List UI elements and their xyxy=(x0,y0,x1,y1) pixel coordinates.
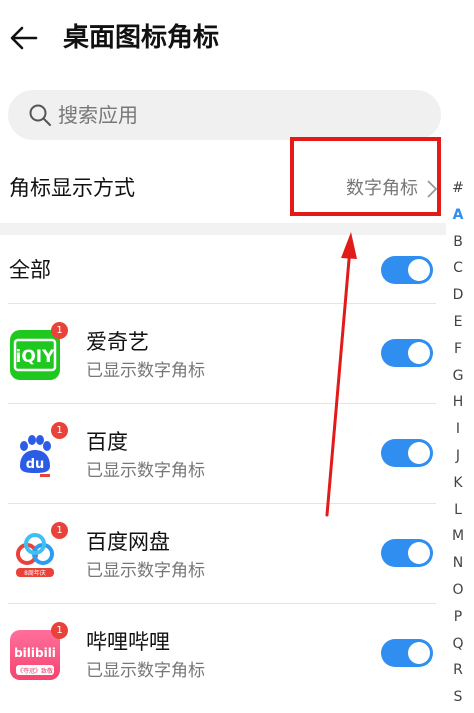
app-toggle-iqiyi[interactable] xyxy=(381,339,433,367)
app-row-baidu-netdisk: 8周年庆 1 百度网盘 已显示数字角标 xyxy=(0,503,446,603)
toggle-knob xyxy=(408,342,430,364)
app-name: 百度网盘 xyxy=(86,530,170,554)
index-letter[interactable]: # xyxy=(446,175,470,202)
page-title: 桌面图标角标 xyxy=(63,23,220,53)
index-letter[interactable]: G xyxy=(446,363,470,390)
index-letter[interactable]: L xyxy=(446,497,470,524)
index-letter[interactable]: R xyxy=(446,657,470,684)
index-letter[interactable]: H xyxy=(446,389,470,416)
index-letter[interactable]: F xyxy=(446,336,470,363)
app-status: 已显示数字角标 xyxy=(86,561,205,581)
app-row-baidu: du 1 百度 已显示数字角标 xyxy=(0,403,446,503)
app-status: 已显示数字角标 xyxy=(86,461,205,481)
badge-count: 1 xyxy=(51,622,68,639)
index-letter[interactable]: C xyxy=(446,255,470,282)
app-name: 爱奇艺 xyxy=(86,330,149,354)
alphabet-index[interactable]: # A B C D E F G H I J K L M N O P Q R S xyxy=(446,175,470,711)
index-letter[interactable]: K xyxy=(446,470,470,497)
all-apps-toggle[interactable] xyxy=(381,256,433,284)
app-row-bilibili: bilibili 《夺冠》致敬 1 哔哩哔哩 已显示数字角标 xyxy=(0,603,446,703)
iqiyi-icon: iQIY xyxy=(10,330,60,380)
badge-count: 1 xyxy=(51,522,68,539)
app-status: 已显示数字角标 xyxy=(86,661,205,681)
app-toggle-baidu-netdisk[interactable] xyxy=(381,539,433,567)
index-letter[interactable]: N xyxy=(446,550,470,577)
index-letter[interactable]: S xyxy=(446,684,470,711)
baidu-netdisk-icon: 8周年庆 xyxy=(10,530,60,580)
toggle-knob xyxy=(408,259,430,281)
index-letter[interactable]: D xyxy=(446,282,470,309)
all-apps-row: 全部 xyxy=(0,238,446,302)
all-apps-label: 全部 xyxy=(9,258,51,282)
app-name: 百度 xyxy=(86,430,128,454)
search-input[interactable] xyxy=(58,90,418,140)
app-toggle-baidu[interactable] xyxy=(381,439,433,467)
badge-count: 1 xyxy=(51,422,68,439)
index-letter[interactable]: A xyxy=(446,202,470,229)
baidu-icon: du xyxy=(10,430,60,480)
index-letter[interactable]: B xyxy=(446,229,470,256)
app-row-iqiyi: iQIY 1 爱奇艺 已显示数字角标 xyxy=(0,303,446,403)
index-letter[interactable]: P xyxy=(446,604,470,631)
highlight-box xyxy=(290,137,441,216)
section-divider xyxy=(0,223,446,235)
back-arrow-icon[interactable] xyxy=(6,20,42,56)
index-letter[interactable]: J xyxy=(446,443,470,470)
app-status: 已显示数字角标 xyxy=(86,361,205,381)
bilibili-caption-text: 《夺冠》致敬 xyxy=(17,667,53,675)
baidu-logo-text: du xyxy=(26,457,45,472)
toggle-knob xyxy=(408,542,430,564)
search-icon xyxy=(29,104,51,126)
toggle-knob xyxy=(408,442,430,464)
app-name: 哔哩哔哩 xyxy=(86,630,170,654)
index-letter[interactable]: I xyxy=(446,416,470,443)
index-letter[interactable]: E xyxy=(446,309,470,336)
app-toggle-bilibili[interactable] xyxy=(381,639,433,667)
header-bar: 桌面图标角标 xyxy=(0,0,474,80)
toggle-knob xyxy=(408,642,430,664)
index-letter[interactable]: M xyxy=(446,523,470,550)
bilibili-icon: bilibili 《夺冠》致敬 xyxy=(10,630,60,680)
badge-count: 1 xyxy=(51,322,68,339)
index-letter[interactable]: O xyxy=(446,577,470,604)
index-letter[interactable]: Q xyxy=(446,631,470,658)
bilibili-logo-text: bilibili xyxy=(14,646,56,660)
badge-mode-label: 角标显示方式 xyxy=(9,176,135,200)
iqiyi-logo-text: iQIY xyxy=(16,347,56,367)
netdisk-caption-text: 8周年庆 xyxy=(24,569,46,577)
search-bar[interactable] xyxy=(8,90,441,140)
